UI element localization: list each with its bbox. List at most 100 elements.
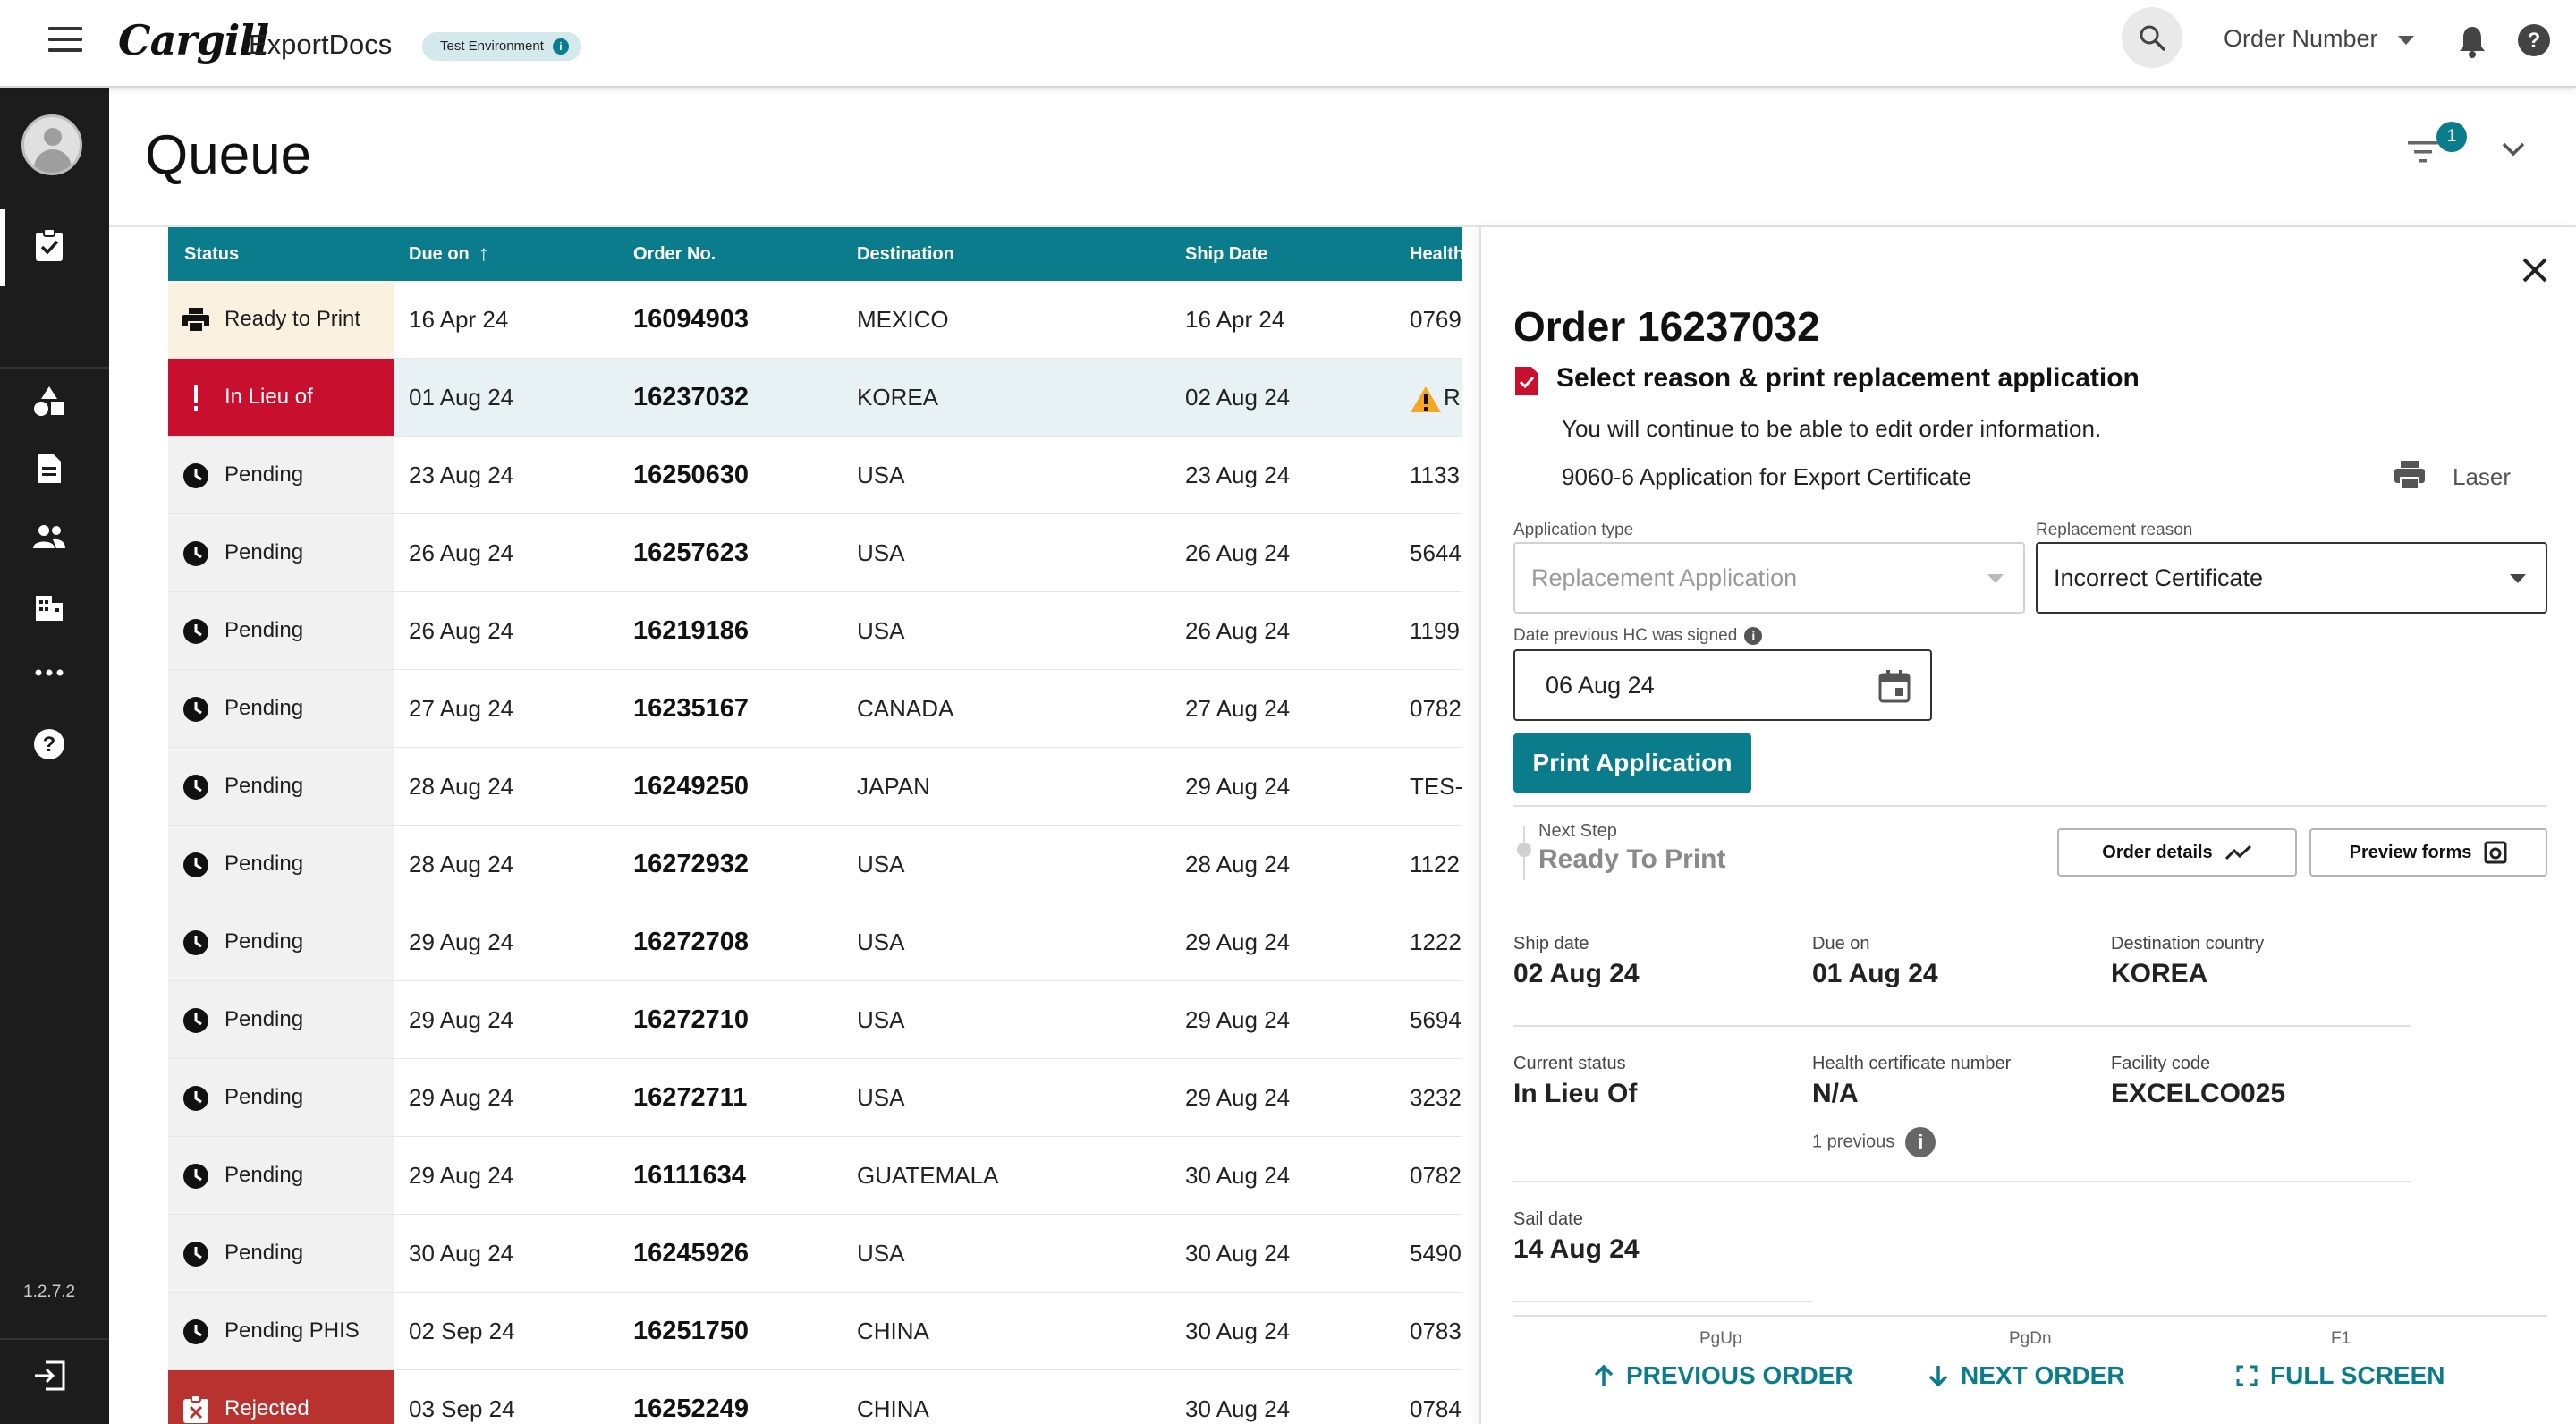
order-details-button[interactable]: Order details (2057, 828, 2297, 877)
svg-text:?: ? (43, 733, 56, 757)
info-icon[interactable]: i (552, 38, 569, 55)
status-text: In Lieu of (225, 385, 313, 409)
full-screen-label: FULL SCREEN (2270, 1361, 2445, 1389)
health-cell: 0784 (1410, 1395, 1462, 1422)
ship-date-cell: 26 Aug 24 (1185, 617, 1291, 644)
bell-icon[interactable] (2456, 23, 2488, 59)
next-order-button[interactable]: NEXT ORDER (1928, 1361, 2125, 1390)
previous-order-button[interactable]: PREVIOUS ORDER (1594, 1361, 1853, 1390)
date-signed-label: Date previous HC was signed i (1513, 626, 1763, 646)
table-row[interactable]: Pending 23 Aug 24 16250630 USA 23 Aug 24 1133 (168, 437, 1463, 514)
table-row[interactable]: Pending 29 Aug 24 16111634 GUATEMALA 30 Aug … (168, 1137, 1463, 1215)
status-cell: Pending (168, 748, 394, 825)
next-step-value: Ready To Print (1538, 844, 1726, 874)
status-cell: Pending (168, 437, 394, 513)
destination-cell: USA (857, 1084, 905, 1111)
arrow-down-icon (1928, 1366, 1948, 1387)
health-cell: 0783 (1410, 1318, 1462, 1344)
order-number-cell: 16111634 (633, 1161, 746, 1190)
printer-icon[interactable] (2394, 460, 2426, 490)
trending-icon (2224, 844, 2251, 860)
print-application-button[interactable]: Print Application (1513, 733, 1751, 793)
table-row[interactable]: Pending 27 Aug 24 16235167 CANADA 27 Aug 24 0… (168, 670, 1463, 748)
calendar-icon[interactable] (1878, 669, 1911, 703)
clock-icon (182, 540, 209, 567)
due-date-cell: 30 Aug 24 (409, 1240, 514, 1267)
top-bar: Cargill ExportDocs Test Environment i Ord… (0, 0, 2576, 88)
avatar[interactable] (21, 114, 82, 175)
ship-date-cell: 26 Aug 24 (1185, 539, 1291, 566)
people-icon[interactable] (31, 519, 67, 555)
ship-date-cell: 30 Aug 24 (1185, 1395, 1291, 1422)
table-row[interactable]: Ready to Print 16 Apr 24 16094903 MEXICO 16 … (168, 281, 1463, 359)
table-row[interactable]: Pending 28 Aug 24 16272932 USA 28 Aug 24 1122 (168, 826, 1463, 903)
order-number-cell: 16237032 (633, 383, 750, 411)
ship-date-cell: 30 Aug 24 (1185, 1318, 1291, 1344)
menu-icon[interactable] (48, 27, 82, 57)
order-number-cell: 16272932 (633, 850, 750, 878)
panel-note: You will continue to be able to edit ord… (1562, 415, 2102, 442)
full-screen-button[interactable]: FULL SCREEN (2236, 1361, 2445, 1390)
task-check-icon[interactable] (31, 227, 67, 263)
filter-count-badge: 1 (2436, 122, 2467, 152)
clock-icon (182, 774, 209, 801)
printer-label[interactable]: Laser (2453, 463, 2511, 491)
document-icon[interactable] (31, 451, 67, 487)
destination-cell: GUATEMALA (857, 1162, 999, 1189)
order-number-cell: 16251750 (633, 1317, 750, 1345)
replacement-reason-select[interactable]: Incorrect Certificate (2036, 542, 2547, 614)
hc-previous-text: 1 previous (1812, 1132, 1895, 1152)
current-status-value: In Lieu Of (1513, 1079, 1638, 1108)
destination-country-label: Destination country (2111, 934, 2265, 954)
destination-cell: MEXICO (857, 306, 949, 333)
help-icon[interactable]: ? (2517, 23, 2551, 57)
order-number-cell: 16250630 (633, 461, 750, 489)
column-header-order-no[interactable]: Order No. (633, 227, 716, 281)
more-icon[interactable] (31, 655, 67, 691)
due-date-cell: 26 Aug 24 (409, 617, 514, 644)
status-cell: Pending (168, 1137, 394, 1214)
search-button[interactable] (2122, 7, 2182, 68)
due-on-value: 01 Aug 24 (1812, 959, 1938, 988)
table-row[interactable]: Pending 28 Aug 24 16249250 JAPAN 29 Aug 24 TE… (168, 748, 1463, 826)
table-row[interactable]: Pending 26 Aug 24 16257623 USA 26 Aug 24 5644 (168, 514, 1463, 592)
table-row[interactable]: Rejected 03 Sep 24 16252249 CHINA 30 Aug 24 0… (168, 1370, 1463, 1424)
table-row[interactable]: Pending 29 Aug 24 16272710 USA 29 Aug 24 5694 (168, 981, 1463, 1059)
status-cell: Pending (168, 826, 394, 903)
table-row[interactable]: In Lieu of 01 Aug 24 16237032 KOREA 02 Aug 2… (168, 359, 1463, 437)
column-header-due-on[interactable]: Due on ↑ (409, 227, 489, 281)
column-header-destination[interactable]: Destination (857, 227, 954, 281)
table-row[interactable]: Pending 29 Aug 24 16272708 USA 29 Aug 24 1222 (168, 903, 1463, 981)
shapes-icon[interactable] (31, 383, 67, 419)
filter-icon[interactable] (2408, 140, 2438, 165)
destination-cell: USA (857, 617, 905, 644)
due-date-cell: 01 Aug 24 (409, 384, 514, 411)
close-icon[interactable] (2517, 252, 2553, 288)
order-detail-panel: Order 16237032 Select reason & print rep… (1479, 227, 2576, 1424)
table-row[interactable]: Pending 29 Aug 24 16272711 USA 29 Aug 24 3232 (168, 1059, 1463, 1137)
info-icon[interactable]: i (1905, 1127, 1936, 1157)
status-text: Pending (225, 1085, 304, 1109)
destination-country-value: KOREA (2111, 959, 2208, 988)
help-icon[interactable]: ? (31, 726, 67, 762)
ship-date-cell: 30 Aug 24 (1185, 1240, 1291, 1267)
info-icon[interactable]: i (1744, 626, 1763, 645)
building-icon[interactable] (31, 587, 67, 623)
column-header-health[interactable]: Health (1410, 227, 1463, 281)
table-row[interactable]: Pending 26 Aug 24 16219186 USA 26 Aug 24 1199 (168, 592, 1463, 670)
table-row[interactable]: Pending PHIS 02 Sep 24 16251750 CHINA 30 Aug… (168, 1293, 1463, 1370)
date-signed-input[interactable]: 06 Aug 24 (1513, 649, 1932, 721)
table-row[interactable]: Pending 30 Aug 24 16245926 USA 30 Aug 24 5490 (168, 1215, 1463, 1293)
panel-subtitle: Select reason & print replacement applic… (1556, 363, 2140, 393)
clock-icon (182, 929, 209, 956)
alert-icon (182, 385, 209, 411)
logout-icon[interactable] (31, 1358, 67, 1394)
preview-forms-button[interactable]: Preview forms (2309, 828, 2547, 877)
health-cell: 5644 (1410, 539, 1462, 566)
due-date-cell: 28 Aug 24 (409, 851, 514, 877)
status-text: Pending (225, 929, 304, 954)
chevron-down-icon[interactable] (2501, 141, 2526, 157)
search-type-dropdown[interactable]: Order Number (2224, 25, 2414, 53)
column-header-status[interactable]: Status (184, 227, 239, 281)
column-header-ship-date[interactable]: Ship Date (1185, 227, 1267, 281)
